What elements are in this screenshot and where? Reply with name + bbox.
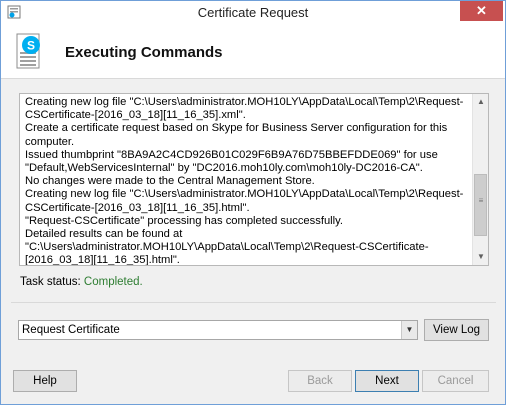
cancel-button[interactable]: Cancel <box>422 370 489 392</box>
close-button[interactable]: ✕ <box>460 1 503 21</box>
certificate-request-window: Certificate Request ✕ S Executing Comman… <box>0 0 506 405</box>
task-status: Task status: Completed. <box>20 276 143 288</box>
title-bar[interactable]: Certificate Request ✕ <box>1 1 505 24</box>
log-scrollbar[interactable]: ▲ ≡ ▼ <box>472 94 488 265</box>
view-log-button[interactable]: View Log <box>424 319 489 341</box>
wizard-header: S Executing Commands <box>1 24 505 79</box>
back-button[interactable]: Back <box>288 370 352 392</box>
command-log[interactable]: Creating new log file "C:\Users\administ… <box>19 93 489 266</box>
window-title: Certificate Request <box>197 5 309 20</box>
log-text: Creating new log file "C:\Users\administ… <box>25 96 464 266</box>
task-status-label: Task status: <box>20 276 81 288</box>
scroll-down-icon[interactable]: ▼ <box>473 249 488 265</box>
svg-text:S: S <box>27 39 35 53</box>
chevron-down-icon[interactable]: ▼ <box>401 321 417 339</box>
task-select[interactable]: Request Certificate ▼ <box>18 320 418 340</box>
grip-icon: ≡ <box>478 196 484 205</box>
scroll-thumb[interactable]: ≡ <box>474 174 487 236</box>
scroll-up-icon[interactable]: ▲ <box>473 94 488 110</box>
task-select-value: Request Certificate <box>22 324 120 336</box>
skype-document-icon: S <box>16 33 40 69</box>
page-title: Executing Commands <box>65 44 223 61</box>
divider <box>11 302 496 303</box>
next-button[interactable]: Next <box>355 370 419 392</box>
task-status-value: Completed. <box>83 276 143 288</box>
help-button[interactable]: Help <box>13 370 77 392</box>
